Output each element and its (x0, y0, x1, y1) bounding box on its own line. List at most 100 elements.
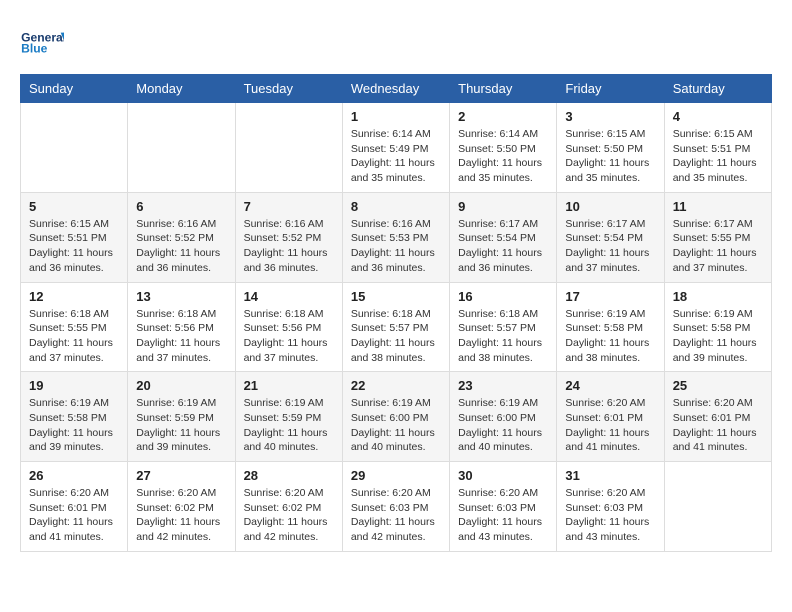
calendar-cell: 11Sunrise: 6:17 AM Sunset: 5:55 PM Dayli… (664, 192, 771, 282)
day-info: Sunrise: 6:20 AM Sunset: 6:03 PM Dayligh… (351, 486, 441, 545)
day-number: 3 (565, 109, 655, 124)
calendar-cell: 25 Sunrise: 6:20 AM Sunset: 6:01 PM Dayli… (664, 372, 771, 462)
day-info: Sunrise: 6:19 AM Sunset: 5:59 PM Dayligh… (244, 396, 334, 455)
calendar-table: SundayMondayTuesdayWednesdayThursdayFrid… (20, 74, 772, 552)
weekday-header: Tuesday (235, 75, 342, 103)
svg-text:Blue: Blue (21, 41, 47, 55)
day-info: Sunrise: 6:20 AM Sunset: 6:01 PM Dayligh… (673, 396, 763, 455)
day-number: 12 (29, 289, 119, 304)
day-info: Sunrise: 6:14 AM Sunset: 5:50 PM Dayligh… (458, 127, 548, 186)
weekday-header: Thursday (450, 75, 557, 103)
day-info: Sunrise: 6:20 AM Sunset: 6:02 PM Dayligh… (136, 486, 226, 545)
day-number: 6 (136, 199, 226, 214)
day-info: Sunrise: 6:20 AM Sunset: 6:01 PM Dayligh… (565, 396, 655, 455)
calendar-week-row: 5Sunrise: 6:15 AM Sunset: 5:51 PM Daylig… (21, 192, 772, 282)
calendar-cell: 13 Sunrise: 6:18 AM Sunset: 5:56 PM Dayli… (128, 282, 235, 372)
weekday-header: Wednesday (342, 75, 449, 103)
weekday-header: Sunday (21, 75, 128, 103)
day-number: 18 (673, 289, 763, 304)
calendar-cell: 7 Sunrise: 6:16 AM Sunset: 5:52 PM Daylig… (235, 192, 342, 282)
day-number: 20 (136, 378, 226, 393)
calendar-cell: 22Sunrise: 6:19 AM Sunset: 6:00 PM Dayli… (342, 372, 449, 462)
day-info: Sunrise: 6:20 AM Sunset: 6:03 PM Dayligh… (565, 486, 655, 545)
weekday-header: Monday (128, 75, 235, 103)
calendar-week-row: 12Sunrise: 6:18 AM Sunset: 5:55 PM Dayli… (21, 282, 772, 372)
day-number: 30 (458, 468, 548, 483)
day-number: 9 (458, 199, 548, 214)
day-info: Sunrise: 6:18 AM Sunset: 5:57 PM Dayligh… (458, 307, 548, 366)
day-info: Sunrise: 6:16 AM Sunset: 5:52 PM Dayligh… (136, 217, 226, 276)
calendar-cell (128, 103, 235, 193)
logo: General Blue (20, 20, 64, 64)
calendar-cell (664, 462, 771, 552)
calendar-cell: 27 Sunrise: 6:20 AM Sunset: 6:02 PM Dayli… (128, 462, 235, 552)
day-info: Sunrise: 6:19 AM Sunset: 5:58 PM Dayligh… (29, 396, 119, 455)
day-number: 1 (351, 109, 441, 124)
day-number: 4 (673, 109, 763, 124)
day-info: Sunrise: 6:18 AM Sunset: 5:56 PM Dayligh… (136, 307, 226, 366)
day-info: Sunrise: 6:17 AM Sunset: 5:54 PM Dayligh… (565, 217, 655, 276)
day-number: 19 (29, 378, 119, 393)
calendar-cell: 3 Sunrise: 6:15 AM Sunset: 5:50 PM Daylig… (557, 103, 664, 193)
day-number: 14 (244, 289, 334, 304)
calendar-cell: 9Sunrise: 6:17 AM Sunset: 5:54 PM Daylig… (450, 192, 557, 282)
calendar-cell: 29 Sunrise: 6:20 AM Sunset: 6:03 PM Dayli… (342, 462, 449, 552)
calendar-cell: 12Sunrise: 6:18 AM Sunset: 5:55 PM Dayli… (21, 282, 128, 372)
calendar-cell: 1 Sunrise: 6:14 AM Sunset: 5:49 PM Daylig… (342, 103, 449, 193)
calendar-cell: 21 Sunrise: 6:19 AM Sunset: 5:59 PM Dayli… (235, 372, 342, 462)
day-info: Sunrise: 6:16 AM Sunset: 5:53 PM Dayligh… (351, 217, 441, 276)
calendar-cell: 2Sunrise: 6:14 AM Sunset: 5:50 PM Daylig… (450, 103, 557, 193)
day-number: 15 (351, 289, 441, 304)
day-info: Sunrise: 6:16 AM Sunset: 5:52 PM Dayligh… (244, 217, 334, 276)
day-number: 16 (458, 289, 548, 304)
day-number: 27 (136, 468, 226, 483)
calendar-cell: 15 Sunrise: 6:18 AM Sunset: 5:57 PM Dayli… (342, 282, 449, 372)
day-info: Sunrise: 6:20 AM Sunset: 6:01 PM Dayligh… (29, 486, 119, 545)
weekday-header: Friday (557, 75, 664, 103)
day-number: 24 (565, 378, 655, 393)
day-number: 29 (351, 468, 441, 483)
day-info: Sunrise: 6:19 AM Sunset: 5:58 PM Dayligh… (673, 307, 763, 366)
day-info: Sunrise: 6:18 AM Sunset: 5:56 PM Dayligh… (244, 307, 334, 366)
calendar-cell: 10 Sunrise: 6:17 AM Sunset: 5:54 PM Dayli… (557, 192, 664, 282)
day-number: 22 (351, 378, 441, 393)
day-number: 23 (458, 378, 548, 393)
calendar-cell: 20Sunrise: 6:19 AM Sunset: 5:59 PM Dayli… (128, 372, 235, 462)
calendar-cell: 30 Sunrise: 6:20 AM Sunset: 6:03 PM Dayli… (450, 462, 557, 552)
day-info: Sunrise: 6:20 AM Sunset: 6:03 PM Dayligh… (458, 486, 548, 545)
calendar-cell: 16 Sunrise: 6:18 AM Sunset: 5:57 PM Dayli… (450, 282, 557, 372)
day-info: Sunrise: 6:17 AM Sunset: 5:55 PM Dayligh… (673, 217, 763, 276)
day-number: 21 (244, 378, 334, 393)
day-info: Sunrise: 6:15 AM Sunset: 5:51 PM Dayligh… (673, 127, 763, 186)
calendar-cell (21, 103, 128, 193)
day-number: 25 (673, 378, 763, 393)
day-number: 28 (244, 468, 334, 483)
day-info: Sunrise: 6:15 AM Sunset: 5:50 PM Dayligh… (565, 127, 655, 186)
calendar-cell (235, 103, 342, 193)
page-header: General Blue (20, 20, 772, 64)
day-info: Sunrise: 6:19 AM Sunset: 5:58 PM Dayligh… (565, 307, 655, 366)
day-number: 13 (136, 289, 226, 304)
calendar-cell: 28Sunrise: 6:20 AM Sunset: 6:02 PM Dayli… (235, 462, 342, 552)
day-number: 8 (351, 199, 441, 214)
calendar-week-row: 1 Sunrise: 6:14 AM Sunset: 5:49 PM Daylig… (21, 103, 772, 193)
calendar-cell: 31 Sunrise: 6:20 AM Sunset: 6:03 PM Dayli… (557, 462, 664, 552)
day-number: 10 (565, 199, 655, 214)
calendar-week-row: 26 Sunrise: 6:20 AM Sunset: 6:01 PM Dayli… (21, 462, 772, 552)
calendar-cell: 14 Sunrise: 6:18 AM Sunset: 5:56 PM Dayli… (235, 282, 342, 372)
calendar-cell: 23Sunrise: 6:19 AM Sunset: 6:00 PM Dayli… (450, 372, 557, 462)
calendar-header-row: SundayMondayTuesdayWednesdayThursdayFrid… (21, 75, 772, 103)
day-number: 26 (29, 468, 119, 483)
calendar-cell: 26 Sunrise: 6:20 AM Sunset: 6:01 PM Dayli… (21, 462, 128, 552)
day-info: Sunrise: 6:15 AM Sunset: 5:51 PM Dayligh… (29, 217, 119, 276)
calendar-cell: 5Sunrise: 6:15 AM Sunset: 5:51 PM Daylig… (21, 192, 128, 282)
day-number: 31 (565, 468, 655, 483)
calendar-cell: 4 Sunrise: 6:15 AM Sunset: 5:51 PM Daylig… (664, 103, 771, 193)
weekday-header: Saturday (664, 75, 771, 103)
day-info: Sunrise: 6:18 AM Sunset: 5:57 PM Dayligh… (351, 307, 441, 366)
calendar-cell: 18 Sunrise: 6:19 AM Sunset: 5:58 PM Dayli… (664, 282, 771, 372)
calendar-cell: 6 Sunrise: 6:16 AM Sunset: 5:52 PM Daylig… (128, 192, 235, 282)
calendar-cell: 17Sunrise: 6:19 AM Sunset: 5:58 PM Dayli… (557, 282, 664, 372)
day-number: 7 (244, 199, 334, 214)
day-info: Sunrise: 6:14 AM Sunset: 5:49 PM Dayligh… (351, 127, 441, 186)
